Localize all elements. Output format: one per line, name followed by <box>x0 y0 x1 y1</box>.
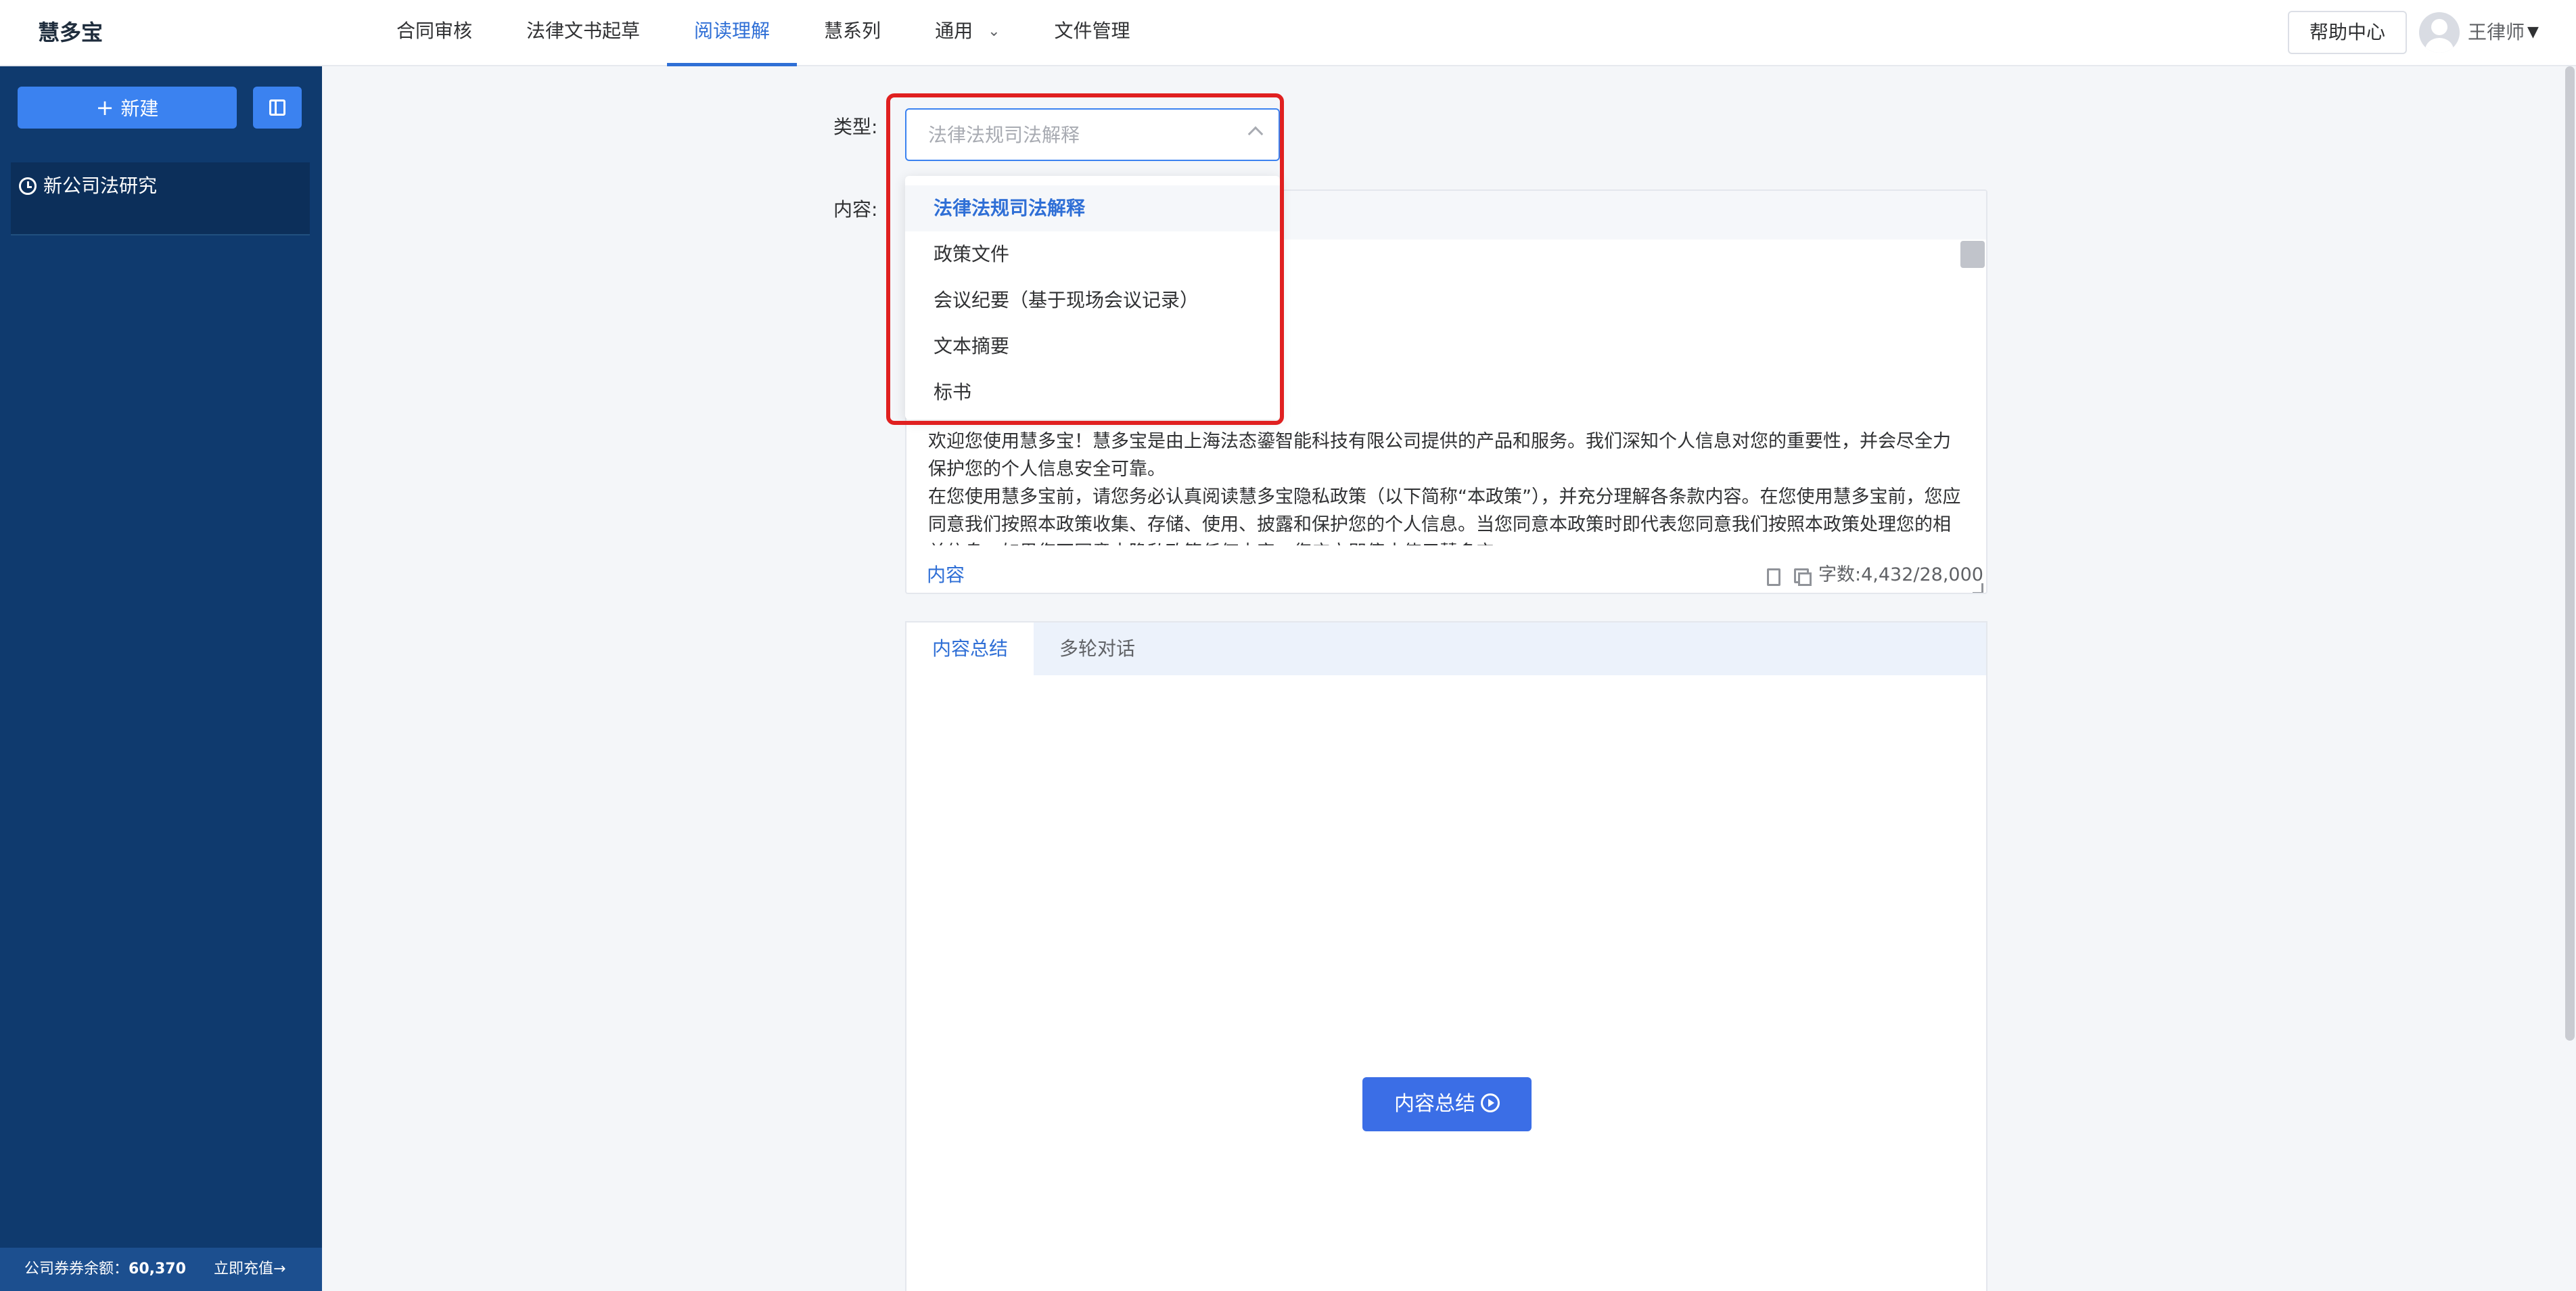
top-bar: 慧多宝 合同审核 法律文书起草 阅读理解 慧系列 通用 ⌄ 文件管理 帮助中心 王… <box>0 0 2576 66</box>
word-count: 字数:4,432/28,000 <box>1818 564 1983 585</box>
nav-reading-comprehension[interactable]: 阅读理解 <box>667 0 798 66</box>
nav-label: 慧系列 <box>824 20 881 42</box>
tab-content-summary[interactable]: 内容总结 <box>906 622 1034 675</box>
sidebar: + 新建 新公司法研究 公司券券余额：60,370 立即充值→ <box>0 66 322 1291</box>
plus-icon: + <box>95 95 114 120</box>
balance-value: 60,370 <box>129 1261 186 1277</box>
resize-handle[interactable] <box>1973 583 1983 593</box>
tab-multi-turn-chat[interactable]: 多轮对话 <box>1034 622 1161 675</box>
caret-down-icon[interactable]: ▼ <box>2527 15 2539 50</box>
content-scrollbar[interactable] <box>1960 241 1985 268</box>
balance-label: 公司券券余额： <box>24 1261 129 1277</box>
document-icon[interactable] <box>1767 568 1780 586</box>
new-button[interactable]: + 新建 <box>18 87 237 129</box>
page-scrollbar[interactable] <box>2565 66 2575 1041</box>
content-label: 内容: <box>833 198 878 221</box>
content-tag: 内容 <box>927 564 965 586</box>
nav-label: 通用 <box>935 20 973 42</box>
new-button-label: 新建 <box>120 97 159 120</box>
clock-icon <box>19 177 37 195</box>
content-text[interactable]: 欢迎您使用慧多宝！慧多宝是由上海法态鎏智能科技有限公司提供的产品和服务。我们深知… <box>928 428 1963 545</box>
nav-contract-review[interactable]: 合同审核 <box>369 0 499 66</box>
nav-file-management[interactable]: 文件管理 <box>1028 0 1157 66</box>
nav-label: 阅读理解 <box>694 20 770 42</box>
balance-bar: 公司券券余额：60,370 立即充值→ <box>0 1248 322 1291</box>
sidebar-toggle-icon <box>269 99 285 116</box>
content-summary-button[interactable]: 内容总结 <box>1362 1077 1532 1131</box>
type-label: 类型: <box>833 116 878 138</box>
result-panel: 内容总结 多轮对话 内容总结 <box>905 621 1987 1291</box>
content-paragraph: 欢迎您使用慧多宝！慧多宝是由上海法态鎏智能科技有限公司提供的产品和服务。我们深知… <box>928 431 1951 480</box>
content-paragraph: 在您使用慧多宝前，请您务必认真阅读慧多宝隐私政策（以下简称“本政策”），并充分理… <box>928 486 1961 545</box>
nav-legal-drafting[interactable]: 法律文书起草 <box>499 0 667 66</box>
content-footer: 内容 字数:4,432/28,000 <box>906 559 1986 593</box>
brand-logo: 慧多宝 <box>38 20 104 45</box>
result-tabs: 内容总结 多轮对话 <box>906 622 1986 675</box>
main-nav: 合同审核 法律文书起草 阅读理解 慧系列 通用 ⌄ 文件管理 <box>369 0 1157 66</box>
history-item-label: 新公司法研究 <box>43 175 158 197</box>
avatar[interactable] <box>2419 12 2460 53</box>
nav-label: 法律文书起草 <box>526 20 641 42</box>
copy-icon[interactable] <box>1794 568 1812 586</box>
summary-button-label: 内容总结 <box>1394 1092 1475 1116</box>
sidebar-toggle-button[interactable] <box>253 87 302 129</box>
nav-label: 文件管理 <box>1054 20 1130 42</box>
user-name[interactable]: 王律师 <box>2468 15 2525 50</box>
help-center-button[interactable]: 帮助中心 <box>2288 11 2407 54</box>
chevron-down-icon: ⌄ <box>988 23 1001 40</box>
balance-info: 公司券券余额：60,370 <box>24 1248 186 1291</box>
nav-hui-series[interactable]: 慧系列 <box>797 0 908 66</box>
nav-general[interactable]: 通用 ⌄ <box>908 0 1027 66</box>
history-item[interactable]: 新公司法研究 <box>11 162 310 235</box>
highlight-frame <box>886 93 1284 425</box>
recharge-link[interactable]: 立即充值→ <box>214 1248 285 1291</box>
nav-label: 合同审核 <box>396 20 473 42</box>
play-circle-icon <box>1481 1093 1500 1112</box>
